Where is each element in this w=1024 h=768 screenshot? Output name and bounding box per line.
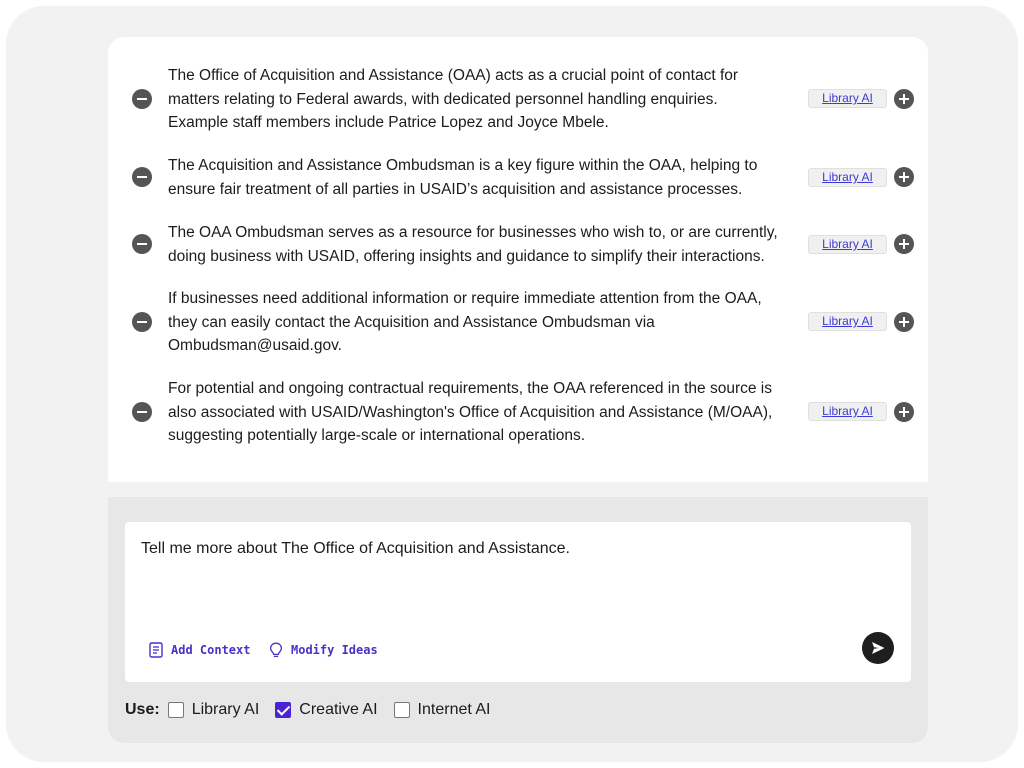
result-line: The Office of Acquisition and Assistance… (168, 67, 739, 84)
remove-icon[interactable] (132, 167, 152, 187)
internet-ai-checkbox[interactable] (393, 702, 410, 718)
add-icon[interactable] (894, 167, 914, 187)
result-line: For potential and ongoing contractual re… (168, 380, 772, 397)
library-ai-label: Library AI (191, 701, 260, 718)
lightbulb-icon (269, 642, 283, 657)
add-icon[interactable] (894, 234, 914, 254)
remove-icon[interactable] (132, 89, 152, 109)
composer-box: Tell me more about The Office of Acquisi… (125, 522, 911, 682)
results-panel: The Office of Acquisition and Assistance… (108, 37, 928, 482)
result-line: The Acquisition and Assistance Ombudsman… (168, 157, 758, 174)
result-line: doing business with USAID, offering insi… (168, 247, 765, 265)
result-line: ensure fair treatment of all parties in … (168, 180, 743, 198)
option-internet-ai[interactable]: Internet AI (393, 701, 491, 719)
option-creative-ai[interactable]: Creative AI (275, 701, 378, 719)
result-text: For potential and ongoing contractual re… (168, 377, 788, 448)
source-selector: Use: Library AI Creative AI Internet AI (125, 699, 506, 721)
result-text: The Acquisition and Assistance Ombudsman… (168, 154, 788, 201)
result-text: The Office of Acquisition and Assistance… (168, 64, 788, 135)
remove-icon[interactable] (132, 402, 152, 422)
add-icon[interactable] (894, 312, 914, 332)
add-icon[interactable] (894, 402, 914, 422)
source-tag[interactable]: Library AI (808, 235, 887, 254)
result-line: also associated with USAID/Washington's … (168, 403, 773, 421)
result-line: Example staff members include Patrice Lo… (168, 114, 609, 131)
add-context-button[interactable]: Add Context (149, 641, 250, 659)
result-line: matters relating to Federal awards, with… (168, 90, 718, 108)
creative-ai-checkbox[interactable] (275, 702, 292, 718)
add-context-label: Add Context (171, 643, 251, 657)
remove-icon[interactable] (132, 234, 152, 254)
internet-ai-label: Internet AI (417, 701, 491, 718)
result-text: The OAA Ombudsman serves as a resource f… (168, 221, 788, 268)
result-line: If businesses need additional informatio… (168, 290, 762, 307)
modify-ideas-label: Modify Ideas (291, 643, 378, 657)
prompt-input[interactable]: Tell me more about The Office of Acquisi… (141, 538, 861, 618)
result-line: they can easily contact the Acquisition … (168, 313, 655, 331)
source-tag[interactable]: Library AI (808, 312, 887, 331)
option-library-ai[interactable]: Library AI (167, 701, 260, 719)
result-text: If businesses need additional informatio… (168, 287, 788, 358)
send-icon (872, 642, 885, 654)
remove-icon[interactable] (132, 312, 152, 332)
library-ai-checkbox[interactable] (167, 702, 184, 718)
result-line: Ombudsman@usaid.gov. (168, 337, 342, 354)
send-button[interactable] (862, 632, 894, 664)
result-line: The OAA Ombudsman serves as a resource f… (168, 224, 778, 241)
use-label: Use: (125, 701, 160, 718)
source-tag[interactable]: Library AI (808, 402, 887, 421)
creative-ai-label: Creative AI (299, 701, 378, 718)
result-line: suggesting potentially large-scale or in… (168, 427, 586, 444)
modify-ideas-button[interactable]: Modify Ideas (269, 641, 378, 659)
composer-panel: Tell me more about The Office of Acquisi… (108, 497, 928, 743)
source-tag[interactable]: Library AI (808, 168, 887, 187)
app-frame: The Office of Acquisition and Assistance… (6, 6, 1018, 762)
source-tag[interactable]: Library AI (808, 89, 887, 108)
document-icon (149, 642, 163, 658)
add-icon[interactable] (894, 89, 914, 109)
